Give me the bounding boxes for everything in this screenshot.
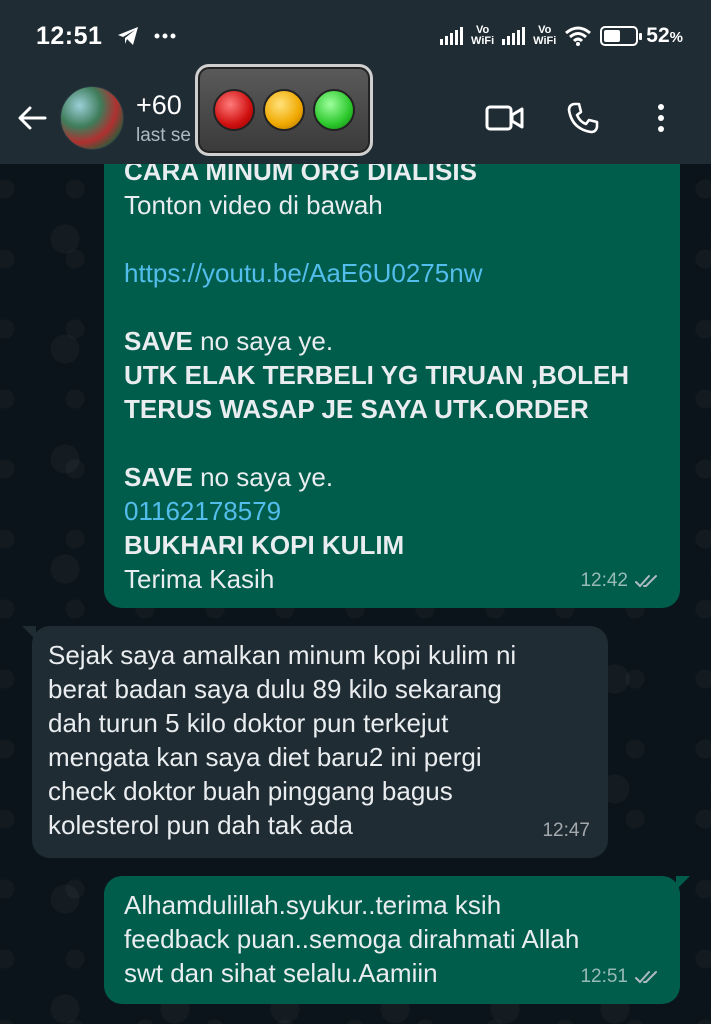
status-bar: 12:51 Vo WiFi Vo WiFi 52% <box>0 0 711 72</box>
battery-percent: 52% <box>646 24 683 47</box>
voice-call-button[interactable] <box>559 94 607 142</box>
battery-icon <box>600 26 643 46</box>
wifi-icon <box>565 26 592 46</box>
message-line: CARA MINUM ORG DIALISIS <box>124 164 477 186</box>
message-line: BUKHARI KOPI KULIM <box>124 530 405 560</box>
more-dots-icon <box>154 33 176 39</box>
yellow-light-icon <box>263 89 305 131</box>
status-time: 12:51 <box>36 21 103 50</box>
message-meta: 12:47 <box>542 814 590 848</box>
traffic-light-overlay <box>195 64 373 156</box>
message-line: dah turun 5 kilo doktor pun terkejut <box>48 708 449 738</box>
last-seen: last se <box>136 124 191 146</box>
back-button[interactable] <box>4 90 60 146</box>
message-meta: 12:42 <box>580 564 662 598</box>
message-bubble-incoming[interactable]: Sejak saya amalkan minum kopi kulim ni b… <box>22 626 608 858</box>
back-arrow-icon <box>18 106 47 130</box>
message-line: kolesterol pun dah tak ada <box>48 810 353 840</box>
message-line: UTK ELAK TERBELI YG TIRUAN ,BOLEH <box>124 360 630 390</box>
read-ticks-icon <box>635 971 657 984</box>
message-line: TERUS WASAP JE SAYA UTK.ORDER <box>124 394 589 424</box>
message-line: check doktor buah pinggang bagus <box>48 776 453 806</box>
message-time: 12:42 <box>580 570 628 591</box>
video-call-icon <box>485 105 524 131</box>
red-light-icon <box>213 89 255 131</box>
contact-info[interactable]: +60 last se <box>136 90 191 147</box>
menu-icon <box>658 104 664 132</box>
bubble-tail <box>22 626 36 640</box>
youtube-link[interactable]: https://youtu.be/AaE6U0275nw <box>124 256 660 290</box>
message-time: 12:51 <box>580 966 628 987</box>
bubble-tail <box>676 876 690 890</box>
read-ticks-icon <box>635 575 657 588</box>
message-line: Alhamdulillah.syukur..terima ksih <box>124 890 502 920</box>
voice-call-icon <box>567 102 599 134</box>
message-line: mengata kan saya diet baru2 ini pergi <box>48 742 482 772</box>
message-line: Tonton video di bawah <box>124 190 383 220</box>
message-bubble-outgoing[interactable]: CARA MINUM ORG DIALISIS Tonton video di … <box>104 164 680 608</box>
message-line: Sejak saya amalkan minum kopi kulim ni <box>48 640 517 670</box>
message-line: SAVE no saya ye. <box>124 326 334 356</box>
signal-icon <box>440 27 464 45</box>
avatar[interactable] <box>60 86 124 150</box>
message-meta: 12:51 <box>580 960 662 994</box>
message-line: berat badan saya dulu 89 kilo sekarang <box>48 674 502 704</box>
vowifi-icon: Vo WiFi <box>471 24 495 47</box>
contact-name: +60 <box>136 89 182 120</box>
chat-area[interactable]: CARA MINUM ORG DIALISIS Tonton video di … <box>0 164 711 1024</box>
green-light-icon <box>313 89 355 131</box>
phone-number-link[interactable]: 01162178579 <box>124 494 660 528</box>
signal-icon-2 <box>502 27 526 45</box>
message-line: feedback puan..semoga dirahmati Allah <box>124 924 580 954</box>
menu-button[interactable] <box>637 94 685 142</box>
message-bubble-outgoing[interactable]: Alhamdulillah.syukur..terima ksih feedba… <box>104 876 690 1004</box>
telegram-icon <box>118 27 139 45</box>
vowifi-icon-2: Vo WiFi <box>533 24 557 47</box>
message-line: SAVE no saya ye. <box>124 462 334 492</box>
video-call-button[interactable] <box>481 94 529 142</box>
message-time: 12:47 <box>542 820 590 841</box>
